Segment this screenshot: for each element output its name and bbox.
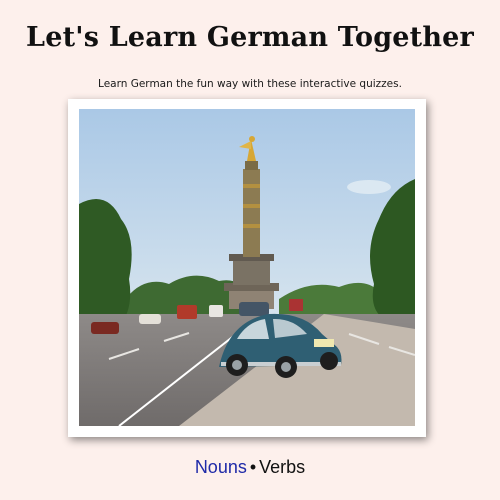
- hero-photo: [79, 109, 415, 426]
- nav-separator: •: [249, 457, 257, 477]
- quiz-nav: Nouns • Verbs: [0, 457, 500, 478]
- nav-link-nouns[interactable]: Nouns: [195, 457, 247, 477]
- page: Let's Learn German Together Learn German…: [0, 0, 500, 500]
- page-title: Let's Learn German Together: [26, 22, 474, 53]
- nav-link-verbs[interactable]: Verbs: [259, 457, 305, 477]
- photo-frame: [68, 99, 426, 437]
- page-subtitle: Learn German the fun way with these inte…: [98, 78, 402, 90]
